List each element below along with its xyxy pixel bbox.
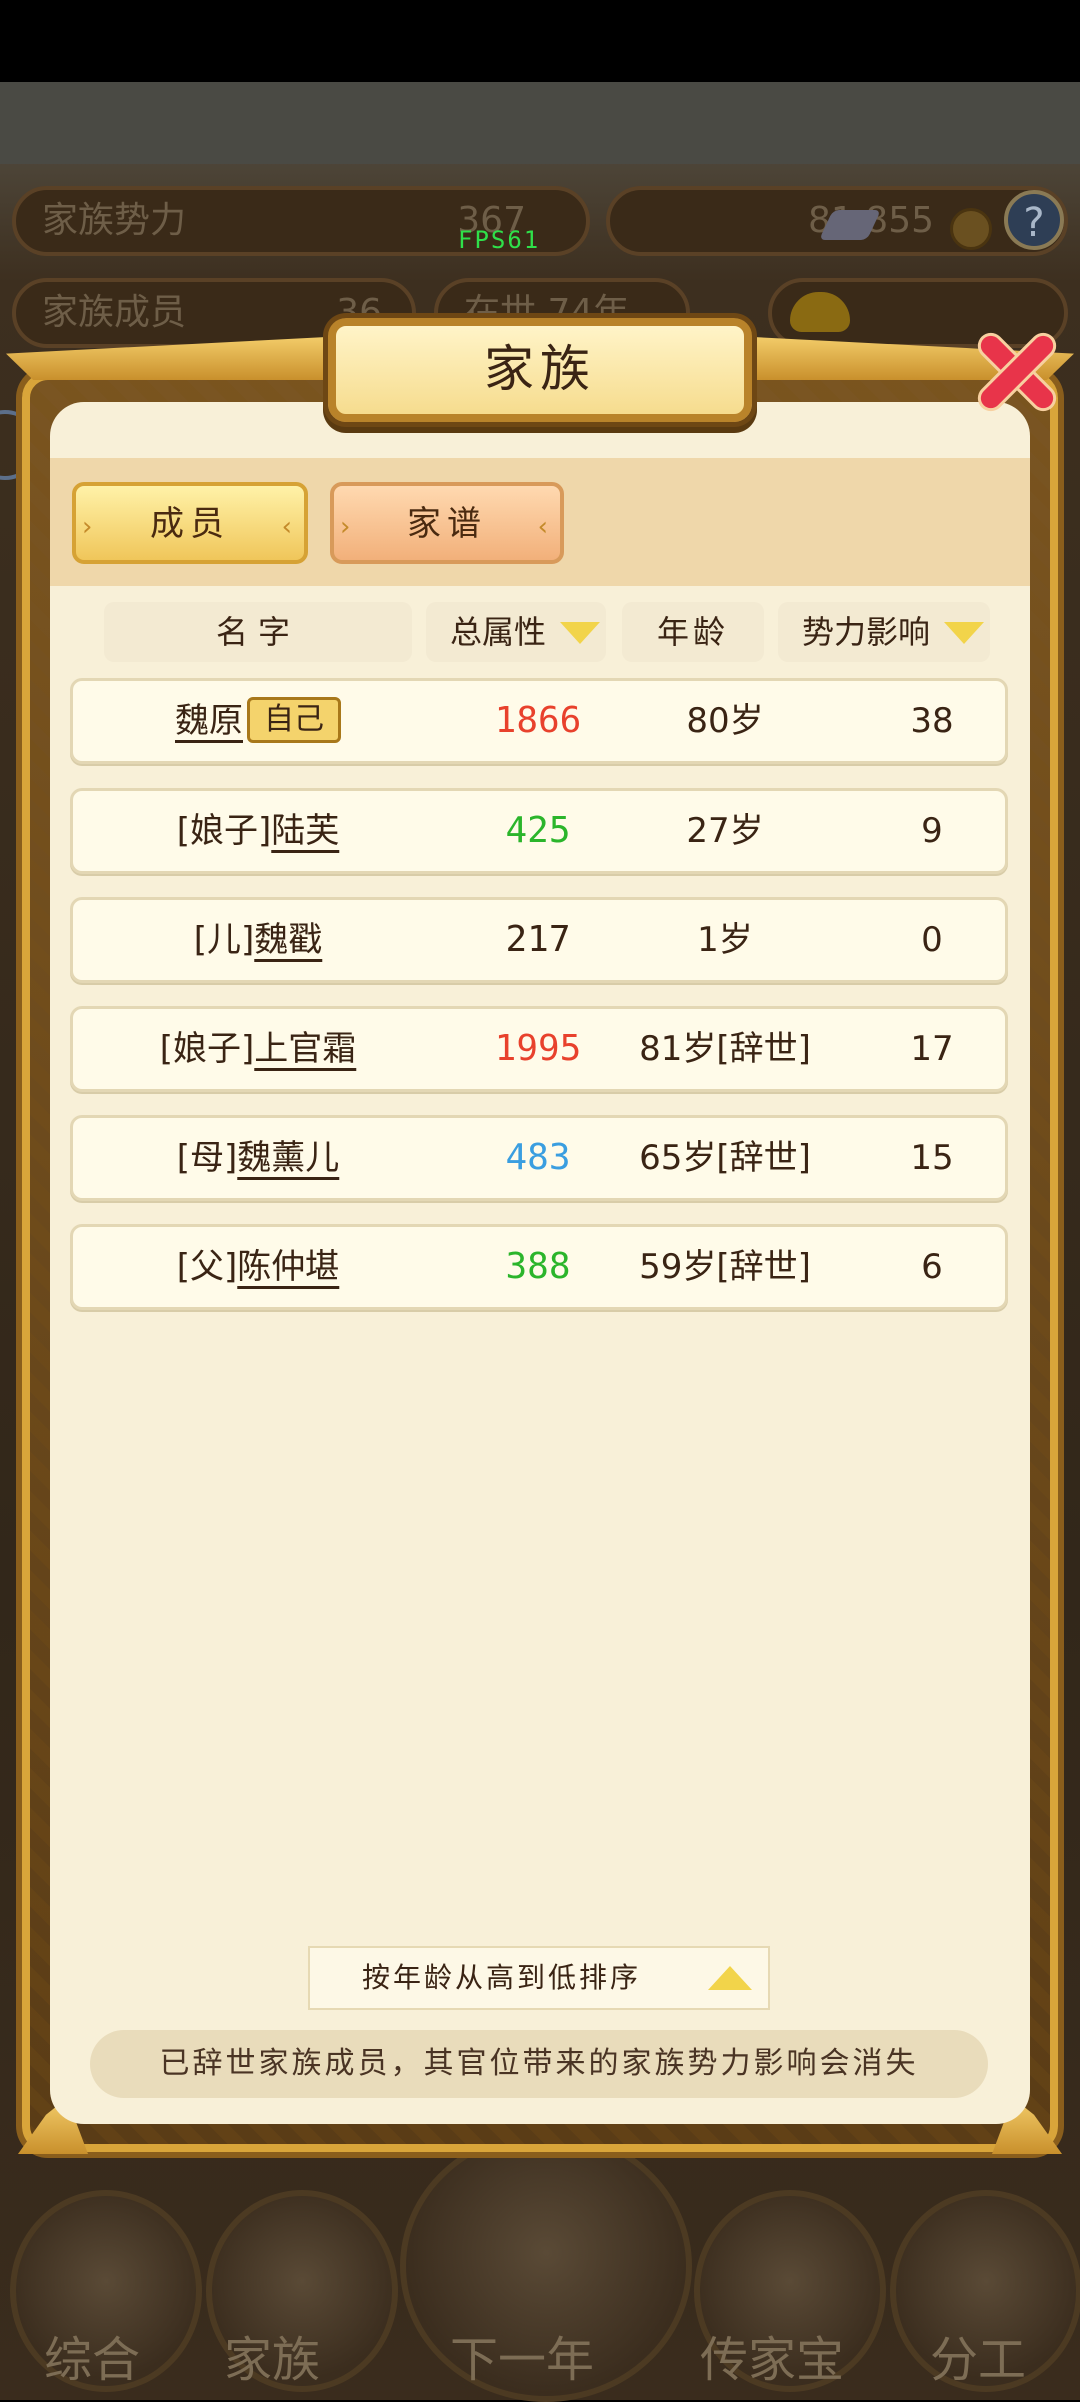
- member-row[interactable]: [娘子]上官霜 1995 81岁[辞世] 17: [70, 1006, 1008, 1092]
- copper-coin-icon: [950, 208, 992, 250]
- member-prefix: [父]: [176, 1247, 238, 1287]
- nav-label-clan: 家族: [224, 2332, 321, 2388]
- member-age: 59岁[辞世]: [639, 1247, 811, 1287]
- column-header-total-attr[interactable]: 总属性: [426, 602, 606, 662]
- column-header-age: 年龄: [622, 602, 764, 662]
- member-prefix: [母]: [176, 1138, 238, 1178]
- member-name: 魏薰儿: [237, 1138, 340, 1178]
- member-age: 1岁: [697, 920, 753, 960]
- tab-genealogy[interactable]: › 家谱 ‹: [330, 482, 564, 564]
- member-name-cell: [儿]魏戳: [73, 900, 443, 980]
- column-header-name: 名字: [104, 602, 412, 662]
- tab-genealogy-label: 家谱: [407, 504, 487, 544]
- column-header-influence[interactable]: 势力影响: [778, 602, 990, 662]
- sort-desc-icon: [944, 622, 984, 644]
- nav-label-heirloom: 传家宝: [700, 2332, 845, 2388]
- nav-label-next-year: 下一年: [450, 2332, 595, 2388]
- member-name: 陈仲堪: [237, 1247, 340, 1287]
- nav-label-overview: 综合: [44, 2332, 141, 2388]
- member-prefix: [儿]: [193, 920, 255, 960]
- dialog-title: 家族: [328, 318, 752, 422]
- member-prefix: [娘子]: [176, 811, 272, 851]
- triangle-up-icon: [708, 1966, 752, 1990]
- column-header-total-attr-label: 总属性: [449, 613, 546, 651]
- member-prefix: [娘子]: [159, 1029, 255, 1069]
- clan-power-label: 家族势力: [42, 200, 187, 241]
- member-name: 魏戳: [254, 920, 323, 960]
- sort-desc-icon: [560, 622, 600, 644]
- chevron-left-icon: ‹: [281, 512, 298, 542]
- member-age: 65岁[辞世]: [639, 1138, 811, 1178]
- sort-by-age-button[interactable]: 按年龄从高到低排序: [308, 1946, 770, 2010]
- member-row[interactable]: [母]魏薰儿 483 65岁[辞世] 15: [70, 1115, 1008, 1201]
- member-age: 81岁[辞世]: [639, 1029, 811, 1069]
- close-button[interactable]: [962, 316, 1072, 426]
- member-influence: 38: [910, 701, 954, 741]
- deceased-notice: 已辞世家族成员，其官位带来的家族势力影响会消失: [90, 2030, 988, 2098]
- member-age: 80岁: [686, 701, 764, 741]
- member-name: 上官霜: [254, 1029, 357, 1069]
- member-name-cell: 魏原 自己: [73, 681, 443, 761]
- member-name-cell: [父]陈仲堪: [73, 1227, 443, 1307]
- member-influence: 0: [921, 920, 943, 960]
- help-button[interactable]: ?: [1004, 190, 1064, 250]
- member-name: 魏原: [175, 701, 243, 741]
- member-influence: 9: [921, 811, 943, 851]
- self-badge: 自己: [247, 696, 341, 743]
- member-row[interactable]: [儿]魏戳 217 1岁 0: [70, 897, 1008, 983]
- member-name: 陆芙: [271, 811, 340, 851]
- column-header-influence-label: 势力影响: [801, 613, 930, 651]
- tab-members[interactable]: › 成员 ‹: [72, 482, 308, 564]
- member-name-cell: [母]魏薰儿: [73, 1118, 443, 1198]
- chevron-right-icon: ›: [82, 512, 99, 542]
- member-row[interactable]: 魏原 自己 1866 80岁 38: [70, 678, 1008, 764]
- member-name-cell: [娘子]陆芙: [73, 791, 443, 871]
- member-influence: 15: [910, 1138, 954, 1178]
- sort-by-age-label: 按年龄从高到低排序: [362, 1961, 642, 1994]
- member-row[interactable]: [父]陈仲堪 388 59岁[辞世] 6: [70, 1224, 1008, 1310]
- chevron-left-icon: ‹: [537, 512, 554, 542]
- member-row[interactable]: [娘子]陆芙 425 27岁 9: [70, 788, 1008, 874]
- member-influence: 17: [910, 1029, 954, 1069]
- tab-members-label: 成员: [150, 504, 230, 544]
- game-top-bar: [0, 82, 1080, 164]
- chevron-right-icon: ›: [340, 512, 357, 542]
- fps-counter: FPS61: [458, 226, 541, 254]
- status-bar: [0, 0, 1080, 82]
- nav-label-division: 分工: [930, 2332, 1027, 2388]
- clan-members-label: 家族成员: [42, 292, 187, 333]
- member-name-cell: [娘子]上官霜: [73, 1009, 443, 1089]
- member-influence: 6: [921, 1247, 943, 1287]
- member-age: 27岁: [686, 811, 764, 851]
